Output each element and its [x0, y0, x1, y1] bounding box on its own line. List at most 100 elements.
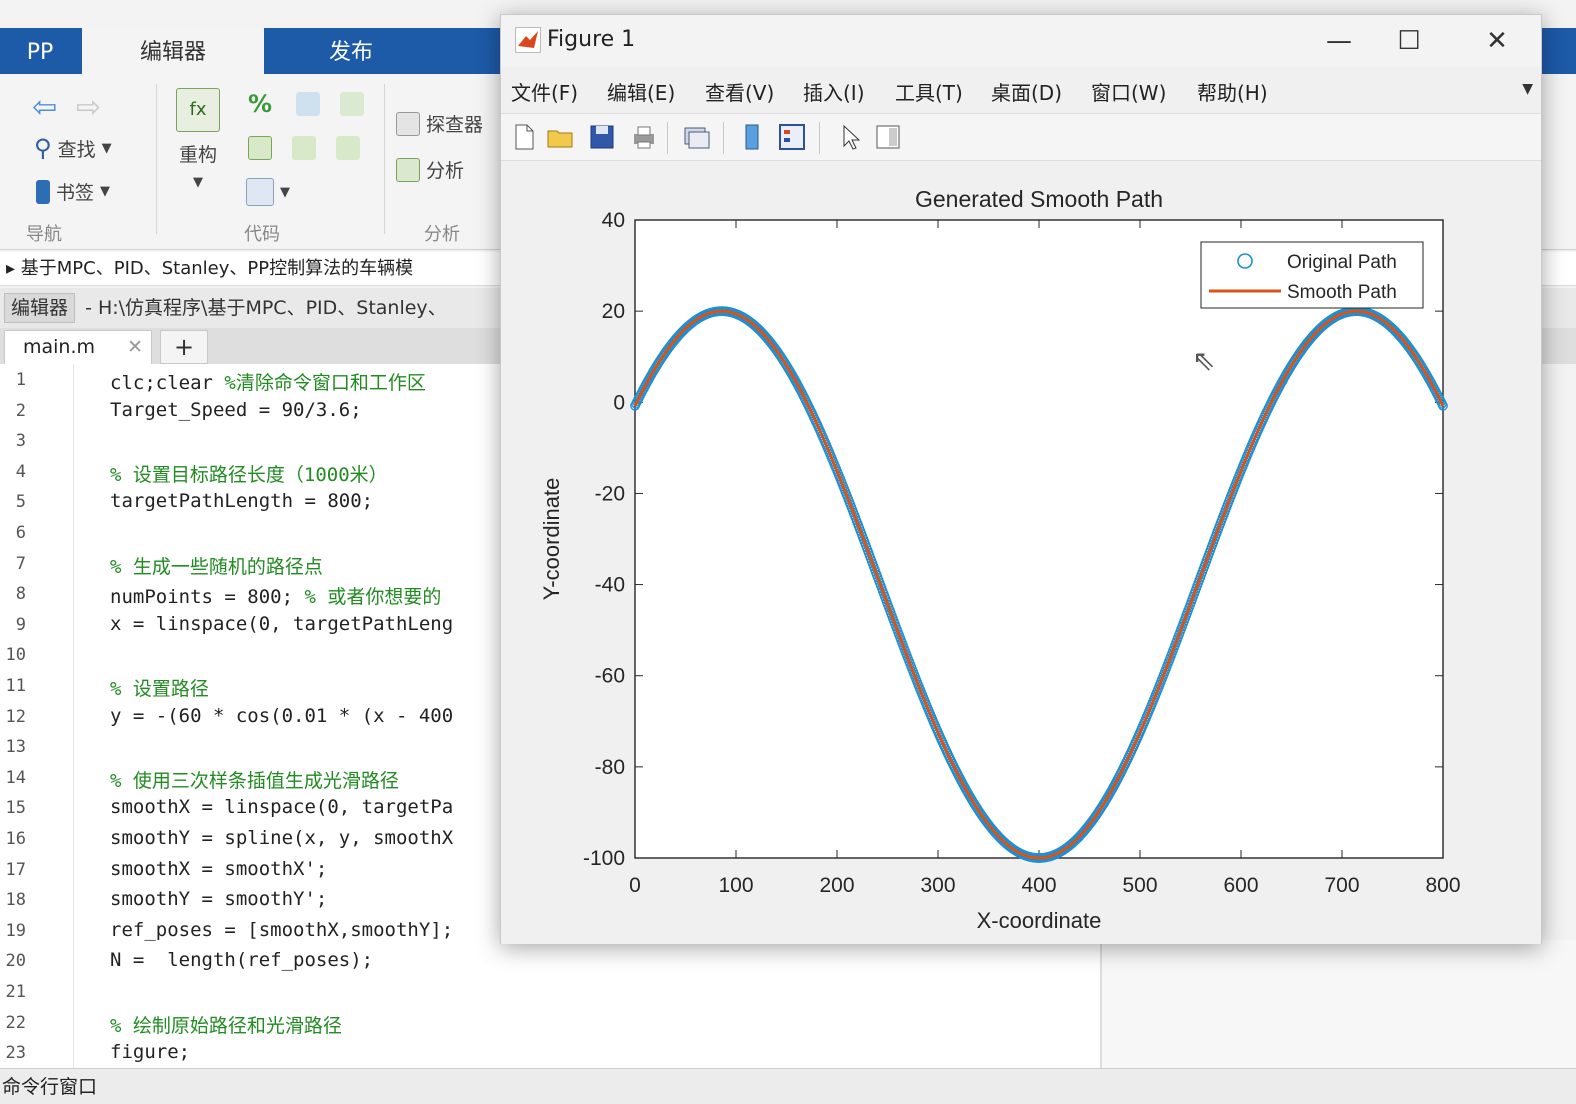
figure-title: Figure 1 [547, 27, 636, 52]
code-comment: % 或者你想要的 [304, 586, 442, 609]
find-button[interactable]: ⚲ 查找 ▼ [34, 134, 112, 162]
uncomment-button[interactable] [340, 92, 364, 116]
colorbar-icon[interactable] [737, 122, 767, 152]
code-comment: %清除命令窗口和工作区 [224, 372, 426, 394]
command-window-header[interactable]: 命令行窗口 [0, 1068, 1576, 1104]
print-icon[interactable] [629, 122, 659, 152]
code-line[interactable]: % 绘制原始路径和光滑路径 [110, 1011, 342, 1038]
wrap-comments-button[interactable] [296, 92, 320, 116]
maximize-button[interactable]: ☐ [1385, 23, 1433, 59]
analyze-icon [396, 157, 420, 182]
tab-publish[interactable]: 发布 [266, 28, 436, 74]
property-editor-icon[interactable] [873, 122, 903, 152]
comment-button[interactable]: % [248, 90, 272, 118]
y-tick-label: 0 [613, 391, 625, 414]
code-line[interactable]: clc;clear %清除命令窗口和工作区 [110, 368, 426, 395]
smart-indent-button[interactable] [248, 136, 272, 160]
x-tick-label: 500 [1122, 874, 1157, 897]
y-tick-label: -100 [583, 847, 625, 870]
new-tab-button[interactable]: + [160, 330, 208, 364]
line-number-gutter: 1 2 3 4 5 6 7 8 9 10 11 12 13 14 15 16 17 18 19 20 21 22 23 [0, 364, 74, 1068]
save-icon[interactable] [587, 122, 617, 152]
x-tick-label: 0 [629, 874, 641, 897]
code-line[interactable]: y = -(60 * cos(0.01 * (x - 400 [110, 705, 453, 727]
code-line[interactable]: % 设置目标路径长度（1000米） [110, 460, 388, 487]
menu-window[interactable]: 窗口(W) [1091, 77, 1166, 106]
axes-box [634, 219, 1444, 859]
open-folder-icon[interactable] [545, 122, 575, 152]
back-button[interactable]: ⇦ [32, 90, 57, 125]
code-line[interactable]: % 使用三次样条插值生成光滑路径 [110, 766, 399, 793]
menu-tools[interactable]: 工具(T) [895, 77, 963, 106]
bookmark-button[interactable]: 书签 ▼ [36, 178, 110, 205]
code-text: smoothY = spline(x, y, smoothX [110, 827, 454, 849]
code-line[interactable]: figure; [110, 1041, 190, 1063]
legend-label-original: Original Path [1287, 252, 1397, 273]
code-options-button[interactable]: ▼ [246, 178, 290, 206]
line-number: 21 [5, 982, 26, 1002]
link-plot-icon[interactable] [681, 122, 711, 152]
wrap-comments-icon [296, 92, 320, 116]
code-line[interactable]: % 生成一些随机的路径点 [110, 552, 323, 579]
tab-main-m[interactable]: main.m ✕ [4, 330, 152, 364]
code-text: figure; [110, 1041, 191, 1064]
analyze-button[interactable]: 分析 [396, 156, 464, 183]
code-line[interactable]: x = linspace(0, targetPathLeng [110, 613, 453, 635]
workspace-pane [1100, 940, 1576, 1068]
minimize-button[interactable]: — [1315, 23, 1363, 59]
increase-indent-button[interactable] [336, 136, 360, 160]
code-line[interactable]: ref_poses = [smoothX,smoothY]; [110, 919, 453, 941]
menu-insert[interactable]: 插入(I) [803, 77, 865, 106]
profiler-icon [396, 111, 420, 136]
code-line[interactable]: % 设置路径 [110, 674, 209, 701]
menu-expand-icon[interactable]: ▼ [1522, 81, 1533, 97]
code-line[interactable]: targetPathLength = 800; [110, 490, 373, 512]
x-tick-label: 300 [920, 874, 955, 897]
refactor-fx-icon: fx [176, 88, 220, 132]
code-comment: % 生成一些随机的路径点 [110, 555, 323, 578]
close-tab-icon[interactable]: ✕ [127, 331, 143, 363]
profiler-button[interactable]: 探查器 [396, 110, 483, 137]
new-file-icon[interactable] [509, 122, 539, 152]
code-comment: % 设置路径 [110, 678, 209, 700]
tab-app[interactable]: PP [0, 28, 80, 74]
menu-desktop[interactable]: 桌面(D) [991, 77, 1062, 106]
code-line[interactable]: numPoints = 800; % 或者你想要的 [110, 582, 441, 609]
x-tick-label: 400 [1021, 874, 1056, 897]
line-number: 14 [5, 767, 26, 788]
code-line[interactable]: N = length(ref_poses); [110, 949, 373, 971]
menu-file[interactable]: 文件(F) [511, 77, 578, 106]
menu-help[interactable]: 帮助(H) [1197, 77, 1268, 106]
legend-label-smooth: Smooth Path [1287, 282, 1397, 303]
x-tick-label: 100 [718, 874, 753, 897]
chevron-down-icon: ▼ [100, 184, 111, 199]
pointer-icon[interactable] [835, 122, 865, 152]
code-line[interactable]: smoothX = smoothX'; [110, 858, 327, 880]
y-tick-label: -60 [595, 665, 625, 688]
tab-editor[interactable]: 编辑器 [82, 28, 264, 74]
line-number: 6 [15, 523, 26, 543]
code-text: smoothY = smoothY'; [110, 888, 328, 911]
figure-title-bar[interactable]: Figure 1 — ☐ ✕ [501, 15, 1541, 67]
code-line[interactable]: smoothY = spline(x, y, smoothX [110, 827, 453, 849]
line-number: 2 [15, 400, 26, 421]
code-line[interactable]: smoothX = linspace(0, targetPa [110, 796, 453, 818]
figure-canvas[interactable]: 0 100 200 300 400 500 600 700 800 40 20 0 -20 -40 -60-… [501, 162, 1541, 944]
code-line[interactable]: Target_Speed = 90/3.6; [110, 399, 362, 421]
divider [384, 84, 385, 234]
line-number: 5 [15, 492, 26, 513]
y-tick-label: -40 [595, 574, 625, 597]
refactor-button[interactable]: fx 重构 ▼ [176, 88, 220, 190]
uncomment-icon [340, 92, 364, 116]
line-number: 17 [5, 859, 26, 880]
menu-edit[interactable]: 编辑(E) [607, 77, 675, 106]
close-button[interactable]: ✕ [1473, 23, 1521, 59]
legend-icon[interactable] [777, 122, 807, 152]
code-line[interactable]: smoothY = smoothY'; [110, 888, 327, 910]
y-tick-label: 20 [602, 300, 625, 323]
decrease-indent-button[interactable] [292, 136, 316, 160]
forward-button[interactable]: ⇨ [76, 90, 101, 125]
menu-view[interactable]: 查看(V) [705, 77, 774, 106]
line-number: 19 [5, 920, 26, 941]
plot-svg[interactable]: 0 100 200 300 400 500 600 700 80040200-20-40-60-… [501, 162, 1541, 944]
